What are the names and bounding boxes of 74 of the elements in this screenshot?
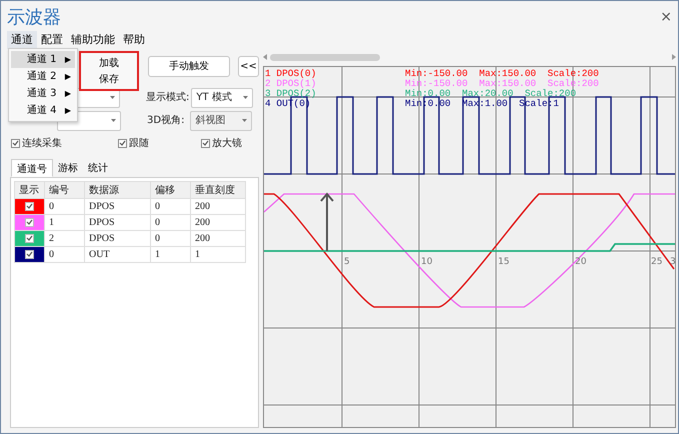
scroll-right-icon[interactable] <box>672 54 676 60</box>
checkbox[interactable] <box>25 202 34 210</box>
table-cell: 0 <box>44 246 84 262</box>
column-header: 编号 <box>44 182 84 198</box>
caret-icon <box>242 119 248 122</box>
legend-range: Min:0.00 Max:20.00 Scale:200 <box>405 88 576 99</box>
table-cell: 0 <box>150 198 190 214</box>
menu-item[interactable]: 通道 4 ▶ <box>11 102 75 119</box>
checkbox[interactable] <box>201 138 210 148</box>
menu-item[interactable]: 配置 <box>37 31 67 49</box>
table-cell: DPOS <box>84 214 150 230</box>
menu-item[interactable]: 帮助 <box>119 31 149 49</box>
checkbox[interactable] <box>11 138 20 148</box>
tab[interactable]: 通道号 <box>11 159 53 177</box>
checkbox[interactable] <box>25 250 34 258</box>
menu-item[interactable]: 通道 <box>7 31 37 49</box>
table-cell: 200 <box>190 198 246 214</box>
legend-label: 3 DPOS(2) <box>265 88 316 99</box>
checkbox[interactable] <box>25 218 34 226</box>
table-cell: DPOS <box>84 230 150 246</box>
axis-tick-label: 20 <box>575 257 586 267</box>
table-cell: DPOS <box>84 198 150 214</box>
menu-item[interactable]: 通道 1 ▶ <box>11 51 75 68</box>
checkbox[interactable] <box>25 234 34 242</box>
column-header: 数据源 <box>84 182 150 198</box>
caret-icon <box>243 96 248 99</box>
table-cell: 0 <box>150 230 190 246</box>
table-cell: 200 <box>190 230 246 246</box>
trigger-button[interactable]: 手动触发 <box>148 56 230 77</box>
checkbox-label: 连续采集 <box>22 136 62 150</box>
menu-item[interactable]: 通道 3 ▶ <box>11 85 75 102</box>
submenu-arrow: ▶ <box>64 70 71 82</box>
axis-tick-label: 25 <box>651 257 662 267</box>
table-cell: 0 <box>44 198 84 214</box>
table-cell: 1 <box>190 246 246 262</box>
column-header: 垂直刻度 <box>190 182 246 198</box>
legend-label: 1 DPOS(0) <box>265 68 316 79</box>
table-cell: OUT <box>84 246 150 262</box>
legend-range: Min:-150.00 Max:150.00 Scale:200 <box>405 68 599 79</box>
checkbox[interactable] <box>118 138 127 148</box>
field-label: 显示模式: <box>146 90 190 105</box>
checkbox-label: 跟随 <box>129 136 149 150</box>
submenu-arrow: ▶ <box>64 104 71 116</box>
menu-item[interactable]: 通道 2 ▶ <box>11 68 75 85</box>
scroll-left-icon[interactable] <box>263 54 267 60</box>
tab[interactable]: 游标 <box>53 159 83 177</box>
submenu-arrow: ▶ <box>64 88 71 100</box>
column-header: 显示 <box>14 182 44 198</box>
menu-item[interactable]: 辅助功能 <box>67 31 119 49</box>
mode-select[interactable]: YT 模式 <box>191 88 254 108</box>
column-header: 偏移 <box>150 182 190 198</box>
cursor-arrow[interactable] <box>320 192 334 252</box>
caret-icon <box>111 119 116 122</box>
collapse-button[interactable]: << <box>238 56 259 77</box>
table-cell: 1 <box>44 214 84 230</box>
caret-icon <box>110 96 115 99</box>
menu-item[interactable]: 加载 <box>81 55 137 71</box>
axis-tick-label: 3 <box>670 257 675 267</box>
legend-label: 2 DPOS(1) <box>265 78 316 89</box>
tab[interactable]: 统计 <box>83 159 113 177</box>
checkbox-label: 放大镜 <box>212 136 242 150</box>
axis-tick-label: 10 <box>421 257 432 267</box>
table-cell: 0 <box>150 214 190 230</box>
table-cell: 1 <box>150 246 190 262</box>
field-label: 3D视角: <box>147 114 184 128</box>
close-button[interactable]: × <box>660 9 672 25</box>
scrollbar-thumb[interactable] <box>270 54 380 60</box>
axis-tick-label: 5 <box>344 257 350 267</box>
window-title: 示波器 <box>6 6 61 30</box>
table-cell: 200 <box>190 214 246 230</box>
menu-item[interactable]: 保存 <box>81 71 137 87</box>
axis-tick-label: 15 <box>498 257 510 267</box>
submenu-arrow: ▶ <box>64 54 71 66</box>
table-cell: 2 <box>44 230 84 246</box>
